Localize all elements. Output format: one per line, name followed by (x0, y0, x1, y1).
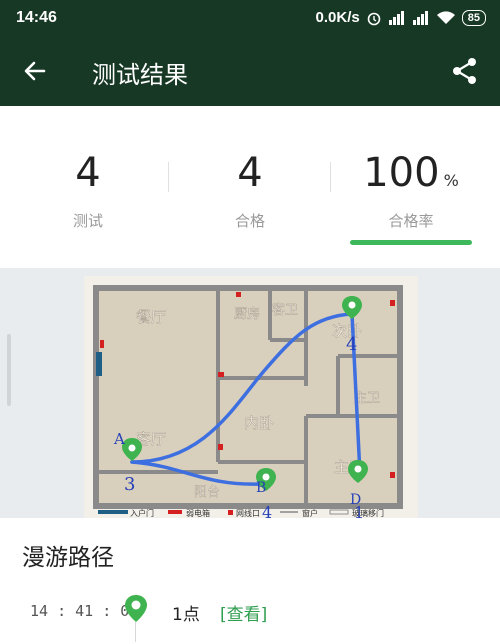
stat-pass-label: 合格 (234, 212, 265, 230)
room-label: 厨房 (234, 306, 260, 322)
status-icons: 0.0K/s 85 (316, 9, 486, 26)
stat-test-label: 测试 (72, 212, 103, 230)
room-label: 客卫 (272, 302, 298, 318)
stat-pass-value: 4 (237, 150, 263, 196)
signal-icon (388, 10, 404, 25)
timeline-line (135, 622, 136, 642)
status-time: 14:46 (16, 9, 57, 26)
point-number: 4 (346, 334, 357, 355)
room-label: 阳台 (194, 485, 220, 500)
room-label: 内卧 (244, 414, 274, 432)
stat-rate-label: 合格率 (388, 212, 434, 230)
app-bar: 测试结果 (0, 36, 500, 106)
entry-point: 1点 (172, 605, 200, 625)
section-title: 漫游路径 (22, 545, 114, 571)
arrow-left-icon[interactable] (20, 56, 50, 86)
selected-tab-indicator (350, 240, 472, 245)
alarm-icon (367, 12, 381, 25)
point-label: A (113, 430, 125, 448)
floorplan: 餐厅 厨房 客卫 次卧 主卫 客厅 内卧 主卧 阳台 (84, 276, 418, 518)
point-number: 3 (124, 474, 135, 495)
signal-icon-2 (412, 10, 428, 25)
battery-badge: 85 (461, 9, 486, 26)
share-icon[interactable] (450, 56, 480, 86)
legend-label: 网线口 (236, 508, 260, 518)
floorplan-container: 餐厅 厨房 客卫 次卧 主卫 客厅 内卧 主卧 阳台 (0, 268, 500, 518)
stat-test-value: 4 (75, 150, 101, 196)
wifi-icon (436, 10, 455, 24)
entry-time: 14 : 41 : 03 (30, 602, 139, 620)
stat-rate-value: 100% (328, 150, 494, 196)
view-link[interactable]: [查看] (220, 600, 267, 625)
pin-icon (125, 595, 147, 622)
scrollbar[interactable] (7, 334, 11, 406)
status-bar: 14:46 0.0K/s 85 (0, 0, 500, 36)
legend-label: 窗户 (302, 508, 318, 518)
roaming-path-panel: 漫游路径 14 : 41 : 03 1点 [查看] (0, 518, 500, 644)
list-item: 14 : 41 : 03 1点 [查看] (0, 588, 500, 642)
stat-rate-number: 100 (363, 150, 440, 196)
page-title: 测试结果 (92, 61, 188, 89)
room-label: 餐厅 (136, 308, 166, 326)
net-speed: 0.0K/s (315, 9, 360, 26)
legend-label: 弱电箱 (186, 508, 210, 518)
point-number: 4 (262, 503, 272, 518)
stats-panel: 4 测试 4 合格 100% 合格率 (0, 106, 500, 268)
point-label: B (256, 480, 266, 496)
stat-rate-unit: % (443, 171, 459, 190)
legend-label: 玻璃移门 (352, 508, 384, 518)
legend-label: 入户门 (130, 508, 154, 518)
